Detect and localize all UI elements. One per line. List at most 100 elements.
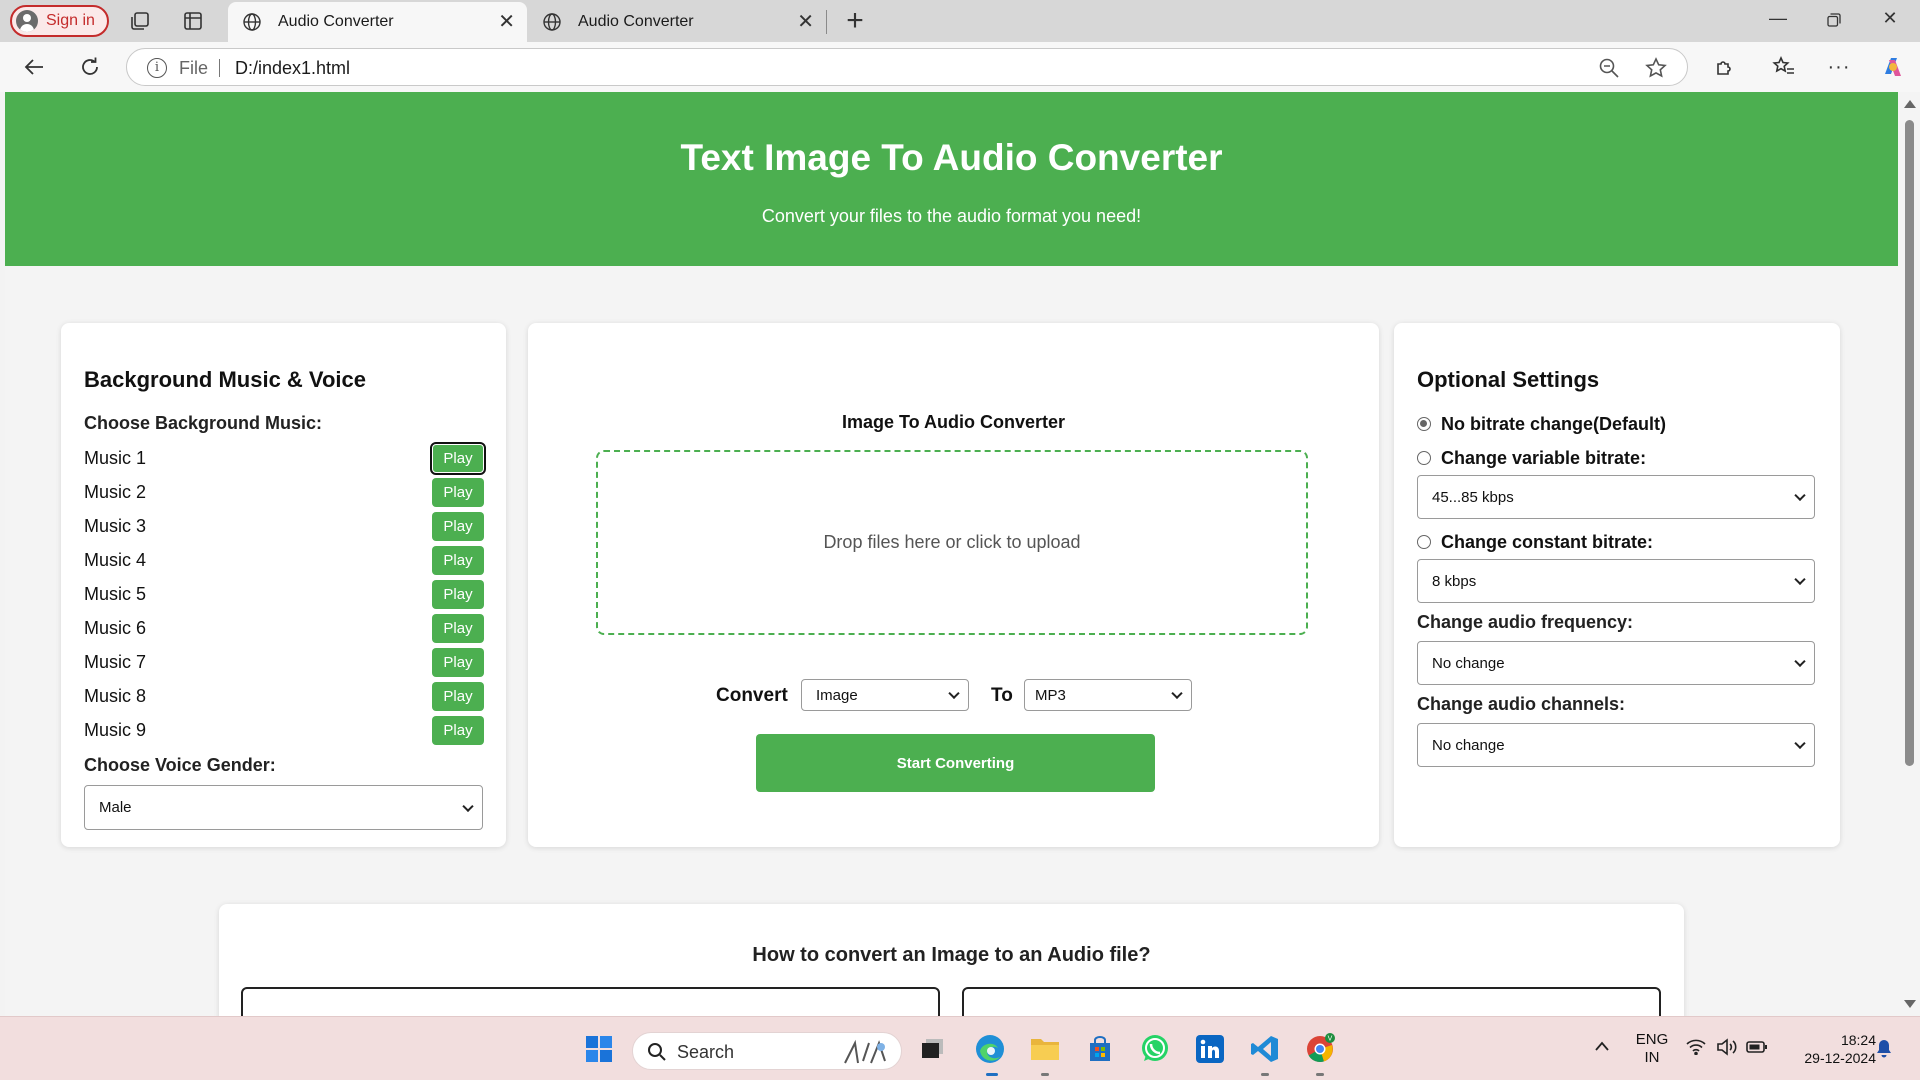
track-name: Music 2	[84, 482, 147, 502]
radio-label: No bitrate change(Default)	[1441, 413, 1667, 434]
variable-bitrate-select[interactable]: 45...85 kbps	[1417, 475, 1815, 519]
tab-title: Audio Converter	[278, 13, 394, 30]
tab-audio-converter-1[interactable]: Audio Converter ✕	[228, 2, 527, 42]
file-explorer-icon[interactable]	[1027, 1031, 1063, 1067]
list-item: Music 5 Play	[84, 580, 484, 609]
file-dropzone[interactable]: Drop files here or click to upload	[596, 450, 1308, 635]
address-toolbar: i File D:/index1.html ···	[0, 42, 1920, 92]
chevron-down-icon	[1794, 573, 1806, 586]
list-item: Music 9 Play	[84, 716, 484, 745]
favorites-icon[interactable]	[1771, 54, 1797, 80]
close-tab-icon[interactable]: ✕	[498, 12, 515, 32]
list-item: Music 3 Play	[84, 512, 484, 541]
dropzone-text: Drop files here or click to upload	[823, 532, 1081, 552]
tab-actions-icon[interactable]	[181, 9, 205, 33]
play-button[interactable]: Play	[432, 478, 484, 507]
chevron-down-icon	[1794, 489, 1806, 502]
page-viewport: Text Image To Audio Converter Convert yo…	[5, 92, 1898, 1016]
vertical-scrollbar[interactable]	[1898, 92, 1920, 1016]
more-options-icon[interactable]: ···	[1826, 54, 1852, 80]
radio-button[interactable]	[1417, 535, 1431, 549]
chevron-up-icon[interactable]	[1594, 1039, 1610, 1057]
list-item: Music 1 Play	[84, 442, 486, 475]
copilot-icon[interactable]	[1880, 54, 1906, 80]
voice-gender-select[interactable]: Male	[84, 785, 483, 830]
list-item: Music 7 Play	[84, 648, 484, 677]
constant-bitrate-select[interactable]: 8 kbps	[1417, 559, 1815, 603]
play-button[interactable]: Play	[432, 580, 484, 609]
page-header: Text Image To Audio Converter Convert yo…	[5, 92, 1898, 266]
favorite-star-icon[interactable]	[1645, 57, 1667, 79]
sign-in-button[interactable]: Sign in	[10, 5, 109, 37]
task-view-icon[interactable]	[915, 1031, 951, 1067]
whatsapp-icon[interactable]	[1137, 1031, 1173, 1067]
play-button[interactable]: Play	[430, 442, 486, 475]
play-button[interactable]: Play	[432, 512, 484, 541]
select-value: Male	[99, 799, 132, 816]
divider	[219, 59, 220, 77]
clock[interactable]: 18:24 29-12-2024	[1780, 1031, 1876, 1067]
tab-audio-converter-2[interactable]: Audio Converter ✕	[528, 2, 826, 42]
zoom-out-icon[interactable]	[1598, 57, 1620, 79]
play-button[interactable]: Play	[432, 716, 484, 745]
volume-icon[interactable]	[1716, 1038, 1738, 1061]
panel-heading: Optional Settings	[1417, 367, 1600, 392]
taskbar-search[interactable]: Search	[632, 1032, 902, 1070]
radio-button[interactable]	[1417, 417, 1431, 431]
chrome-icon[interactable]: V	[1302, 1031, 1338, 1067]
battery-icon[interactable]	[1746, 1039, 1768, 1060]
chevron-down-icon	[948, 687, 960, 700]
refresh-icon[interactable]	[77, 54, 103, 80]
running-app-indicator	[1316, 1073, 1324, 1076]
audio-channels-select[interactable]: No change	[1417, 723, 1815, 767]
source-format-select[interactable]: Image	[801, 679, 969, 711]
edge-browser-icon[interactable]	[972, 1031, 1008, 1067]
info-icon[interactable]: i	[147, 58, 167, 78]
converter-panel: Image To Audio Converter Drop files here…	[528, 323, 1379, 847]
language-indicator[interactable]: ENG IN	[1632, 1031, 1672, 1067]
address-bar[interactable]: i File D:/index1.html	[126, 48, 1688, 86]
extensions-icon[interactable]	[1712, 54, 1738, 80]
region-code: IN	[1644, 1049, 1660, 1066]
back-arrow-icon[interactable]	[21, 54, 47, 80]
microsoft-store-icon[interactable]	[1082, 1031, 1118, 1067]
scroll-up-arrow-icon[interactable]	[1904, 100, 1916, 108]
vscode-icon[interactable]	[1247, 1031, 1283, 1067]
radio-button[interactable]	[1417, 451, 1431, 465]
audio-frequency-select[interactable]: No change	[1417, 641, 1815, 685]
minimize-button[interactable]: —	[1758, 8, 1798, 34]
tab-title: Audio Converter	[578, 13, 694, 30]
new-tab-button[interactable]: +	[840, 6, 870, 36]
clock-date: 29-12-2024	[1804, 1050, 1876, 1066]
chevron-down-icon	[1794, 655, 1806, 668]
scroll-down-arrow-icon[interactable]	[1904, 1000, 1916, 1008]
start-converting-button[interactable]: Start Converting	[756, 734, 1155, 792]
clock-time: 18:24	[1840, 1032, 1876, 1048]
chevron-down-icon	[1171, 687, 1183, 700]
play-button[interactable]: Play	[432, 546, 484, 575]
globe-icon	[242, 12, 262, 37]
play-button[interactable]: Play	[432, 648, 484, 677]
taskbar: Search V ENG IN 18:24 29-12-2024	[0, 1016, 1920, 1080]
play-button[interactable]: Play	[432, 682, 484, 711]
radio-no-bitrate-change[interactable]: No bitrate change(Default)	[1417, 412, 1666, 436]
play-button[interactable]: Play	[432, 614, 484, 643]
close-tab-icon[interactable]: ✕	[797, 12, 814, 32]
scroll-thumb[interactable]	[1905, 120, 1914, 766]
radio-label: Change constant bitrate:	[1441, 531, 1654, 552]
workspaces-icon[interactable]	[128, 9, 152, 33]
radio-constant-bitrate[interactable]: Change constant bitrate:	[1417, 530, 1653, 554]
windows-start-icon[interactable]	[581, 1031, 617, 1067]
linkedin-icon[interactable]	[1192, 1031, 1228, 1067]
close-window-button[interactable]: ✕	[1870, 8, 1910, 34]
tab-strip: Sign in Audio Converter ✕ Audio Converte…	[0, 0, 1920, 42]
chevron-down-icon	[462, 800, 474, 812]
notification-bell-icon[interactable]	[1876, 1039, 1892, 1064]
url-text[interactable]: D:/index1.html	[235, 58, 350, 79]
target-format-select[interactable]: MP3	[1024, 679, 1192, 711]
restore-button[interactable]	[1814, 8, 1854, 34]
track-name: Music 5	[84, 584, 147, 604]
select-value: 8 kbps	[1432, 572, 1477, 590]
wifi-icon[interactable]	[1686, 1039, 1706, 1060]
radio-variable-bitrate[interactable]: Change variable bitrate:	[1417, 446, 1646, 470]
